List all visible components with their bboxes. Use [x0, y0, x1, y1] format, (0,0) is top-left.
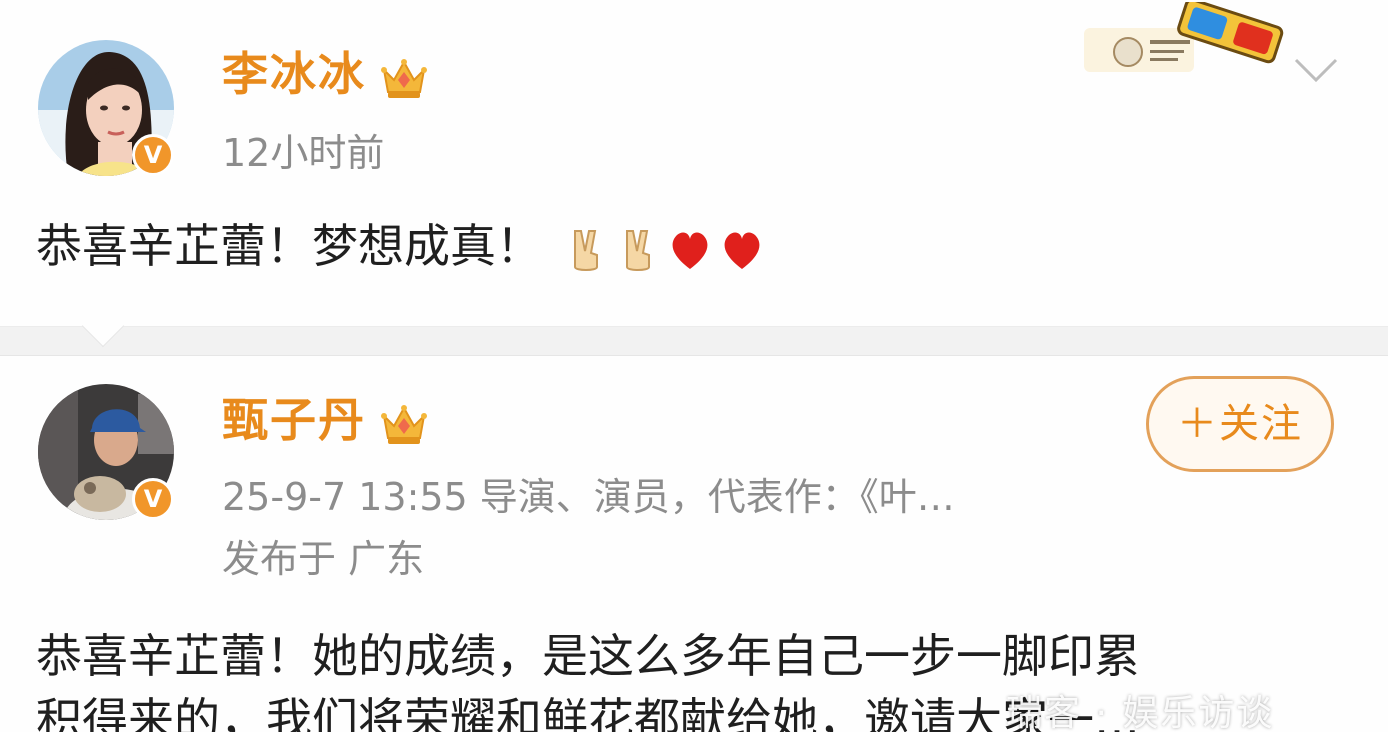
- post-time: 12小时前: [222, 131, 385, 175]
- crown-vip-icon: [381, 404, 427, 444]
- 3d-glasses-sticker-icon: [1084, 2, 1284, 72]
- post-location: 发布于 广东: [222, 537, 425, 581]
- post-content: 恭喜辛芷蕾！梦想成真！: [36, 218, 765, 274]
- victory-hand-icon: [625, 229, 650, 271]
- username[interactable]: 李冰冰: [222, 47, 366, 101]
- post-text-line-1: 恭喜辛芷蕾！她的成绩，是这么多年自己一步一脚印累: [36, 629, 1140, 683]
- post-divider: [0, 304, 1388, 356]
- red-heart-icon: [672, 231, 708, 269]
- red-heart-icon: [724, 231, 760, 269]
- avatar-libingbing[interactable]: V: [38, 40, 176, 178]
- username[interactable]: 甄子丹: [222, 393, 366, 447]
- follow-button[interactable]: ＋关注: [1146, 376, 1334, 472]
- crown-vip-icon: [381, 58, 427, 98]
- watermark: 瑞客 · 娱乐访谈: [1006, 693, 1275, 732]
- verified-badge-icon: V: [132, 134, 174, 176]
- verified-badge-icon: V: [132, 478, 174, 520]
- post-text: 恭喜辛芷蕾！梦想成真！: [36, 219, 542, 273]
- chevron-down-icon[interactable]: [1294, 58, 1338, 84]
- username-row: 甄子丹: [222, 392, 428, 448]
- post-text-line-2: 积得来的，我们将荣耀和鲜花都献给她，邀请大家一…: [36, 693, 1140, 732]
- username-row: 李冰冰: [222, 46, 428, 102]
- post-time-and-bio: 25-9-7 13:55 导演、演员，代表作：《叶…: [222, 475, 955, 519]
- avatar-zhenzidan[interactable]: V: [38, 384, 176, 522]
- weibo-post-1: V 李冰冰 12小时前 恭喜辛芷蕾！梦想成真！: [0, 0, 1388, 326]
- victory-hand-icon: [573, 229, 598, 271]
